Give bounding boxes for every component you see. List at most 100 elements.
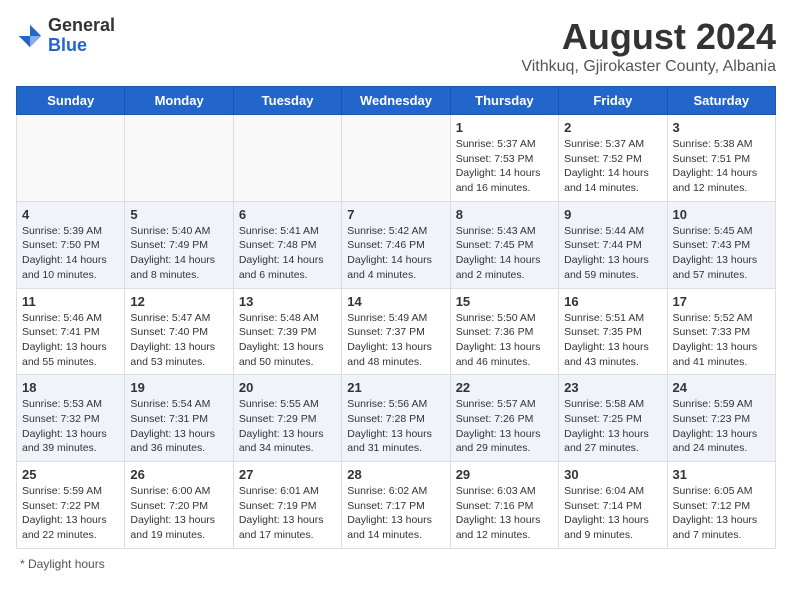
day-number: 13 xyxy=(239,294,336,309)
logo: General Blue xyxy=(16,16,115,56)
cell-info: Sunrise: 5:54 AM Sunset: 7:31 PM Dayligh… xyxy=(130,397,227,456)
cell-info: Sunrise: 5:42 AM Sunset: 7:46 PM Dayligh… xyxy=(347,224,444,283)
cell-info: Sunrise: 5:58 AM Sunset: 7:25 PM Dayligh… xyxy=(564,397,661,456)
cell-info: Sunrise: 5:46 AM Sunset: 7:41 PM Dayligh… xyxy=(22,311,119,370)
calendar-day-header: Wednesday xyxy=(342,87,450,115)
calendar-cell: 5 Sunrise: 5:40 AM Sunset: 7:49 PM Daylig… xyxy=(125,201,233,288)
calendar-cell: 20 Sunrise: 5:55 AM Sunset: 7:29 PM Dayli… xyxy=(233,375,341,462)
calendar-cell: 12 Sunrise: 5:47 AM Sunset: 7:40 PM Dayli… xyxy=(125,288,233,375)
main-title: August 2024 xyxy=(521,16,776,58)
calendar-cell: 14 Sunrise: 5:49 AM Sunset: 7:37 PM Dayli… xyxy=(342,288,450,375)
cell-info: Sunrise: 5:51 AM Sunset: 7:35 PM Dayligh… xyxy=(564,311,661,370)
title-area: August 2024 Vithkuq, Gjirokaster County,… xyxy=(521,16,776,76)
cell-info: Sunrise: 6:03 AM Sunset: 7:16 PM Dayligh… xyxy=(456,484,553,543)
cell-info: Sunrise: 6:00 AM Sunset: 7:20 PM Dayligh… xyxy=(130,484,227,543)
calendar-body: 1 Sunrise: 5:37 AM Sunset: 7:53 PM Daylig… xyxy=(17,115,776,549)
cell-info: Sunrise: 5:59 AM Sunset: 7:23 PM Dayligh… xyxy=(673,397,770,456)
day-number: 7 xyxy=(347,207,444,222)
calendar-cell: 7 Sunrise: 5:42 AM Sunset: 7:46 PM Daylig… xyxy=(342,201,450,288)
calendar-week-row: 18Sunrise: 5:53 AM Sunset: 7:32 PM Dayli… xyxy=(17,375,776,462)
cell-info: Sunrise: 6:01 AM Sunset: 7:19 PM Dayligh… xyxy=(239,484,336,543)
cell-info: Sunrise: 5:40 AM Sunset: 7:49 PM Dayligh… xyxy=(130,224,227,283)
calendar-cell: 31 Sunrise: 6:05 AM Sunset: 7:12 PM Dayli… xyxy=(667,462,775,549)
header: General Blue August 2024 Vithkuq, Gjirok… xyxy=(16,16,776,76)
day-number: 10 xyxy=(673,207,770,222)
day-number: 24 xyxy=(673,380,770,395)
cell-info: Sunrise: 5:55 AM Sunset: 7:29 PM Dayligh… xyxy=(239,397,336,456)
calendar-cell: 23 Sunrise: 5:58 AM Sunset: 7:25 PM Dayli… xyxy=(559,375,667,462)
day-number: 28 xyxy=(347,467,444,482)
calendar-week-row: 25 Sunrise: 5:59 AM Sunset: 7:22 PM Dayli… xyxy=(17,462,776,549)
calendar-cell: 10 Sunrise: 5:45 AM Sunset: 7:43 PM Dayli… xyxy=(667,201,775,288)
calendar-cell: 11Sunrise: 5:46 AM Sunset: 7:41 PM Dayli… xyxy=(17,288,125,375)
cell-info: Sunrise: 5:52 AM Sunset: 7:33 PM Dayligh… xyxy=(673,311,770,370)
calendar-day-header: Saturday xyxy=(667,87,775,115)
day-number: 26 xyxy=(130,467,227,482)
cell-info: Sunrise: 5:45 AM Sunset: 7:43 PM Dayligh… xyxy=(673,224,770,283)
calendar-cell: 19 Sunrise: 5:54 AM Sunset: 7:31 PM Dayli… xyxy=(125,375,233,462)
calendar-cell: 9Sunrise: 5:44 AM Sunset: 7:44 PM Daylig… xyxy=(559,201,667,288)
cell-info: Sunrise: 5:57 AM Sunset: 7:26 PM Dayligh… xyxy=(456,397,553,456)
calendar-cell: 1 Sunrise: 5:37 AM Sunset: 7:53 PM Daylig… xyxy=(450,115,558,202)
calendar-cell xyxy=(342,115,450,202)
day-number: 18 xyxy=(22,380,119,395)
day-number: 31 xyxy=(673,467,770,482)
calendar-cell: 16Sunrise: 5:51 AM Sunset: 7:35 PM Dayli… xyxy=(559,288,667,375)
day-number: 25 xyxy=(22,467,119,482)
day-number: 8 xyxy=(456,207,553,222)
cell-info: Sunrise: 5:39 AM Sunset: 7:50 PM Dayligh… xyxy=(22,224,119,283)
cell-info: Sunrise: 5:59 AM Sunset: 7:22 PM Dayligh… xyxy=(22,484,119,543)
calendar-cell: 8Sunrise: 5:43 AM Sunset: 7:45 PM Daylig… xyxy=(450,201,558,288)
calendar-cell: 17 Sunrise: 5:52 AM Sunset: 7:33 PM Dayli… xyxy=(667,288,775,375)
day-number: 19 xyxy=(130,380,227,395)
logo-blue-text: Blue xyxy=(48,36,115,56)
cell-info: Sunrise: 5:44 AM Sunset: 7:44 PM Dayligh… xyxy=(564,224,661,283)
day-number: 15 xyxy=(456,294,553,309)
logo-icon xyxy=(16,22,44,50)
calendar-cell: 24 Sunrise: 5:59 AM Sunset: 7:23 PM Dayli… xyxy=(667,375,775,462)
cell-info: Sunrise: 5:48 AM Sunset: 7:39 PM Dayligh… xyxy=(239,311,336,370)
calendar-cell xyxy=(125,115,233,202)
cell-info: Sunrise: 5:47 AM Sunset: 7:40 PM Dayligh… xyxy=(130,311,227,370)
cell-info: Sunrise: 5:41 AM Sunset: 7:48 PM Dayligh… xyxy=(239,224,336,283)
day-number: 27 xyxy=(239,467,336,482)
cell-info: Sunrise: 5:38 AM Sunset: 7:51 PM Dayligh… xyxy=(673,137,770,196)
day-number: 4 xyxy=(22,207,119,222)
calendar-cell: 28 Sunrise: 6:02 AM Sunset: 7:17 PM Dayli… xyxy=(342,462,450,549)
calendar-week-row: 11Sunrise: 5:46 AM Sunset: 7:41 PM Dayli… xyxy=(17,288,776,375)
calendar-day-header: Monday xyxy=(125,87,233,115)
day-number: 2 xyxy=(564,120,661,135)
calendar-cell: 3 Sunrise: 5:38 AM Sunset: 7:51 PM Daylig… xyxy=(667,115,775,202)
calendar-week-row: 4 Sunrise: 5:39 AM Sunset: 7:50 PM Daylig… xyxy=(17,201,776,288)
cell-info: Sunrise: 5:56 AM Sunset: 7:28 PM Dayligh… xyxy=(347,397,444,456)
cell-info: Sunrise: 6:02 AM Sunset: 7:17 PM Dayligh… xyxy=(347,484,444,543)
calendar-cell: 2Sunrise: 5:37 AM Sunset: 7:52 PM Daylig… xyxy=(559,115,667,202)
calendar-cell: 21 Sunrise: 5:56 AM Sunset: 7:28 PM Dayli… xyxy=(342,375,450,462)
day-number: 5 xyxy=(130,207,227,222)
calendar-cell: 26 Sunrise: 6:00 AM Sunset: 7:20 PM Dayli… xyxy=(125,462,233,549)
cell-info: Sunrise: 5:50 AM Sunset: 7:36 PM Dayligh… xyxy=(456,311,553,370)
cell-info: Sunrise: 5:37 AM Sunset: 7:53 PM Dayligh… xyxy=(456,137,553,196)
day-number: 20 xyxy=(239,380,336,395)
calendar-day-header: Sunday xyxy=(17,87,125,115)
calendar-header: SundayMondayTuesdayWednesdayThursdayFrid… xyxy=(17,87,776,115)
calendar-cell: 4 Sunrise: 5:39 AM Sunset: 7:50 PM Daylig… xyxy=(17,201,125,288)
cell-info: Sunrise: 5:49 AM Sunset: 7:37 PM Dayligh… xyxy=(347,311,444,370)
calendar-cell: 18Sunrise: 5:53 AM Sunset: 7:32 PM Dayli… xyxy=(17,375,125,462)
cell-info: Sunrise: 6:05 AM Sunset: 7:12 PM Dayligh… xyxy=(673,484,770,543)
cell-info: Sunrise: 6:04 AM Sunset: 7:14 PM Dayligh… xyxy=(564,484,661,543)
calendar-day-header: Tuesday xyxy=(233,87,341,115)
day-number: 12 xyxy=(130,294,227,309)
day-number: 17 xyxy=(673,294,770,309)
day-number: 23 xyxy=(564,380,661,395)
day-number: 30 xyxy=(564,467,661,482)
day-number: 3 xyxy=(673,120,770,135)
calendar-cell: 27 Sunrise: 6:01 AM Sunset: 7:19 PM Dayli… xyxy=(233,462,341,549)
day-number: 21 xyxy=(347,380,444,395)
day-number: 1 xyxy=(456,120,553,135)
calendar-header-row: SundayMondayTuesdayWednesdayThursdayFrid… xyxy=(17,87,776,115)
calendar-cell: 22Sunrise: 5:57 AM Sunset: 7:26 PM Dayli… xyxy=(450,375,558,462)
day-number: 14 xyxy=(347,294,444,309)
calendar-cell: 6 Sunrise: 5:41 AM Sunset: 7:48 PM Daylig… xyxy=(233,201,341,288)
day-number: 6 xyxy=(239,207,336,222)
